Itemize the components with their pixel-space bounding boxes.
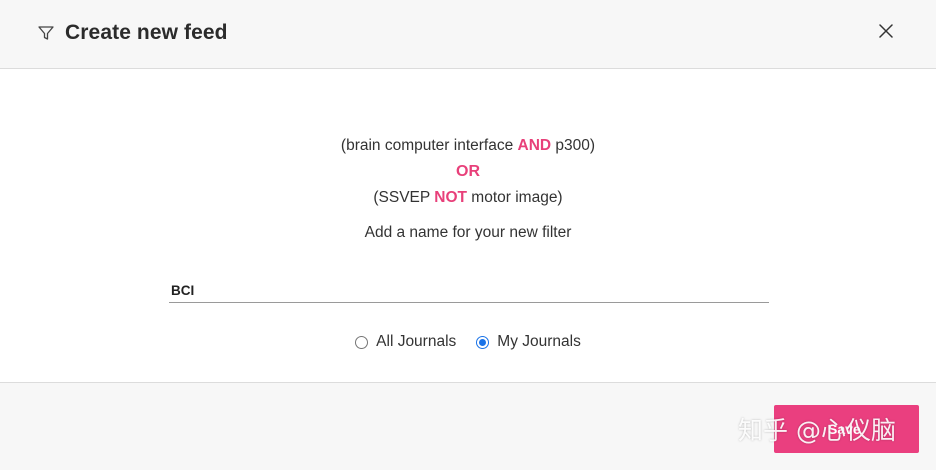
radio-all-journals[interactable]: All Journals [355, 333, 456, 351]
close-icon [878, 23, 894, 44]
dialog-footer: Save [0, 382, 936, 470]
journal-scope-radio-group: All Journals My Journals [0, 333, 936, 351]
query-keyword-not: NOT [434, 189, 467, 206]
query-operator-or: OR [456, 163, 480, 180]
query-text: motor image) [466, 189, 563, 206]
query-line-1: (brain computer interface AND p300) [0, 137, 936, 155]
radio-my-journals[interactable]: My Journals [476, 333, 581, 351]
name-prompt: Add a name for your new filter [364, 224, 572, 241]
dialog-header: Create new feed [0, 0, 936, 69]
close-button[interactable] [872, 19, 900, 47]
radio-button-checked[interactable] [476, 335, 490, 349]
query-keyword-and: AND [517, 137, 552, 154]
dialog-title: Create new feed [65, 21, 228, 44]
radio-button[interactable] [355, 335, 369, 349]
save-button[interactable]: Save [774, 405, 919, 453]
filter-name-input[interactable] [169, 278, 769, 303]
radio-label: All Journals [376, 333, 457, 350]
radio-label: My Journals [497, 333, 581, 350]
query-text: p300) [551, 137, 596, 154]
query-text: (SSVEP [373, 189, 435, 206]
query-line-3: (SSVEP NOT motor image) [0, 189, 936, 207]
filter-icon [37, 24, 55, 42]
query-text: (brain computer interface [340, 137, 518, 154]
